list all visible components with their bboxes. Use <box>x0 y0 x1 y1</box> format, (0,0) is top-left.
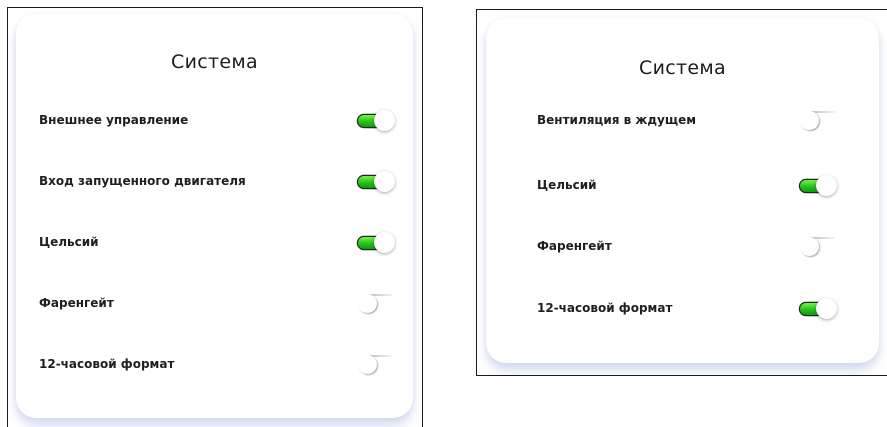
card-title: Система <box>171 51 258 73</box>
toggle-knob <box>816 175 837 196</box>
setting-label: Внешнее управление <box>39 113 189 127</box>
setting-row-celsius: Цельсий <box>16 228 413 258</box>
setting-label: Вентиляция в ждущем <box>537 113 697 127</box>
setting-row-external-control: Внешнее управление <box>16 106 413 136</box>
toggle-knob <box>800 111 819 130</box>
12-hour-format-toggle[interactable] <box>356 354 398 376</box>
toggle-knob <box>358 355 377 374</box>
setting-label: Вход запущенного двигателя <box>39 174 246 188</box>
running-engine-input-toggle[interactable] <box>356 171 398 193</box>
setting-label: 12-часовой формат <box>537 301 673 315</box>
setting-label: Цельсий <box>39 235 99 249</box>
setting-row-fahrenheit: Фаренгейт <box>16 289 413 319</box>
setting-row-fahrenheit: Фаренгейт <box>486 232 879 262</box>
settings-panel-left: Система Внешнее управление Вход запущенн… <box>7 7 423 427</box>
system-settings-card: Система Внешнее управление Вход запущенн… <box>16 14 413 418</box>
celsius-toggle[interactable] <box>356 232 398 254</box>
fahrenheit-toggle[interactable] <box>798 236 840 258</box>
toggle-knob <box>374 232 395 253</box>
toggle-knob <box>358 294 377 313</box>
standby-ventilation-toggle[interactable] <box>798 110 840 132</box>
12-hour-format-toggle[interactable] <box>798 298 840 320</box>
setting-row-running-engine-input: Вход запущенного двигателя <box>16 167 413 197</box>
system-settings-card: Система Вентиляция в ждущем Цельсий Фаре… <box>486 18 879 363</box>
toggle-knob <box>816 298 837 319</box>
toggle-knob <box>800 237 819 256</box>
setting-label: Фаренгейт <box>537 239 612 253</box>
setting-label: Фаренгейт <box>39 296 114 310</box>
external-control-toggle[interactable] <box>356 110 398 132</box>
setting-label: Цельсий <box>537 178 597 192</box>
fahrenheit-toggle[interactable] <box>356 293 398 315</box>
setting-row-standby-ventilation: Вентиляция в ждущем <box>486 106 879 136</box>
toggle-knob <box>374 110 395 131</box>
setting-row-12-hour-format: 12-часовой формат <box>16 350 413 380</box>
celsius-toggle[interactable] <box>798 175 840 197</box>
card-title: Система <box>639 57 726 79</box>
settings-panel-right: Система Вентиляция в ждущем Цельсий Фаре… <box>476 9 887 376</box>
setting-label: 12-часовой формат <box>39 357 175 371</box>
setting-row-12-hour-format: 12-часовой формат <box>486 294 879 324</box>
setting-row-celsius: Цельсий <box>486 171 879 201</box>
toggle-knob <box>374 171 395 192</box>
